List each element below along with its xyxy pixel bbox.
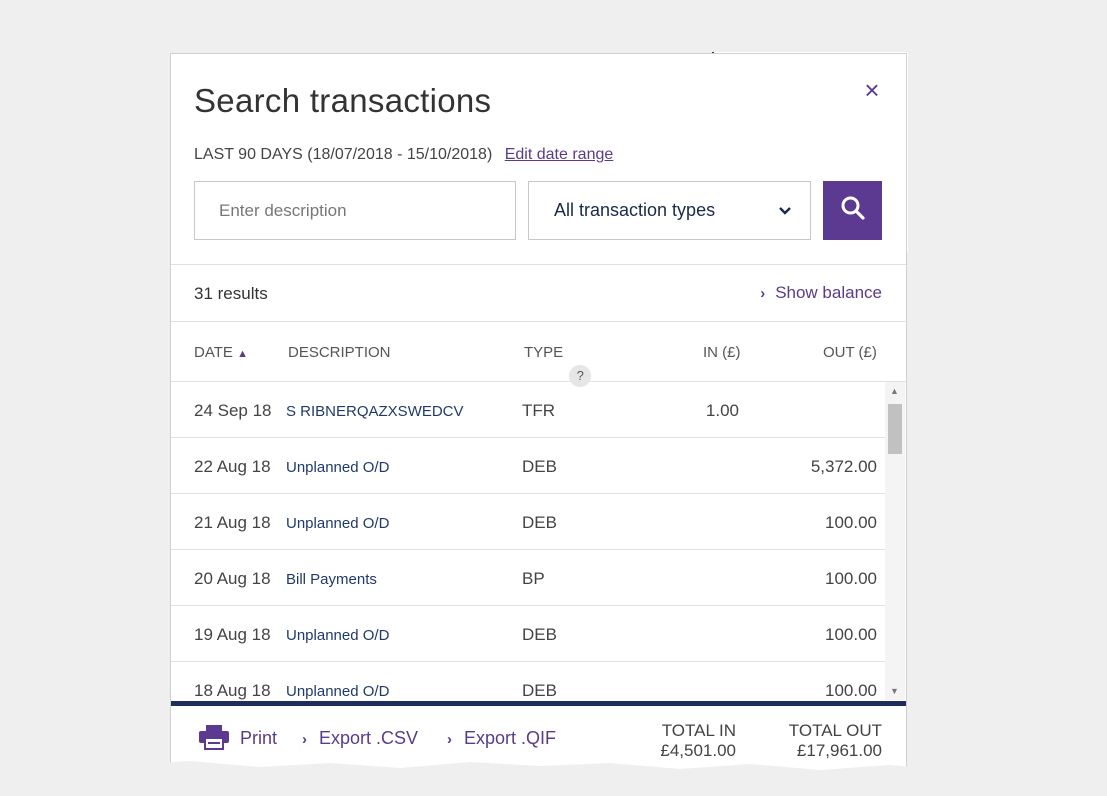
row-description[interactable]: S RIBNERQAZXSWEDCV: [286, 403, 464, 420]
scrollbar-thumb[interactable]: [888, 404, 902, 454]
table-row[interactable]: 21 Aug 18 Unplanned O/D DEB 100.00: [171, 494, 885, 550]
chevron-right-icon: ›: [302, 731, 307, 748]
column-header-type: TYPE?: [524, 344, 592, 387]
row-date: 22 Aug 18: [194, 457, 271, 476]
search-icon: [840, 195, 866, 226]
export-csv-link[interactable]: › Export .CSV: [302, 728, 418, 749]
column-header-out: OUT (£): [823, 344, 877, 361]
transaction-type-selected: All transaction types: [554, 200, 716, 220]
row-description[interactable]: Unplanned O/D: [286, 683, 389, 700]
row-out: 100.00: [825, 625, 877, 644]
table-row[interactable]: 20 Aug 18 Bill Payments BP 100.00: [171, 550, 885, 606]
row-description[interactable]: Bill Payments: [286, 571, 377, 588]
sort-ascending-icon: ▲: [237, 348, 248, 360]
scroll-down-icon[interactable]: ▼: [890, 686, 899, 696]
table-row[interactable]: 24 Sep 18 S RIBNERQAZXSWEDCV TFR 1.00: [171, 382, 885, 438]
row-date: 18 Aug 18: [194, 681, 271, 700]
results-count: 31 results: [194, 284, 268, 303]
chevron-right-icon: ›: [760, 285, 766, 302]
total-out-value: £17,961.00: [796, 741, 882, 760]
column-header-description: DESCRIPTION: [288, 344, 391, 361]
scroll-up-icon[interactable]: ▲: [890, 386, 899, 396]
transactions-list: 24 Sep 18 S RIBNERQAZXSWEDCV TFR 1.00 22…: [171, 382, 885, 702]
total-in-label: TOTAL IN: [661, 721, 736, 740]
torn-edge: [0, 761, 1107, 796]
row-type: DEB: [522, 513, 557, 532]
row-description[interactable]: Unplanned O/D: [286, 627, 389, 644]
export-qif-link[interactable]: › Export .QIF: [447, 728, 556, 749]
table-row[interactable]: 18 Aug 18 Unplanned O/D DEB 100.00: [171, 662, 885, 702]
search-button[interactable]: [823, 181, 882, 240]
show-balance-label: Show balance: [775, 283, 882, 302]
date-range-text: LAST 90 DAYS (18/07/2018 - 15/10/2018): [194, 146, 493, 163]
row-date: 24 Sep 18: [194, 401, 272, 420]
chevron-down-icon: [778, 203, 792, 219]
column-header-in: IN (£): [703, 344, 741, 361]
search-transactions-modal: Search transactions × LAST 90 DAYS (18/0…: [170, 53, 907, 775]
row-type: BP: [522, 569, 545, 588]
row-description[interactable]: Unplanned O/D: [286, 515, 389, 532]
row-out: 100.00: [825, 681, 877, 700]
column-header-date[interactable]: DATE ▲: [194, 344, 248, 361]
print-link[interactable]: Print: [240, 728, 277, 749]
close-icon[interactable]: ×: [860, 77, 884, 103]
row-description[interactable]: Unplanned O/D: [286, 459, 389, 476]
show-balance-link[interactable]: › Show balance: [760, 283, 882, 303]
date-range-row: LAST 90 DAYS (18/07/2018 - 15/10/2018) E…: [194, 146, 613, 164]
results-bar: 31 results › Show balance: [171, 265, 906, 322]
row-date: 21 Aug 18: [194, 513, 271, 532]
total-out-label: TOTAL OUT: [788, 721, 882, 740]
scrollbar[interactable]: ▲ ▼: [885, 382, 905, 700]
total-out: TOTAL OUT £17,961.00: [789, 721, 882, 761]
edit-date-range-link[interactable]: Edit date range: [505, 146, 614, 163]
row-date: 20 Aug 18: [194, 569, 271, 588]
row-type: TFR: [522, 401, 556, 420]
description-search-input[interactable]: [194, 181, 516, 240]
printer-icon[interactable]: [198, 724, 230, 750]
chevron-right-icon: ›: [447, 731, 452, 748]
row-out: 100.00: [825, 569, 877, 588]
row-in: 1.00: [705, 401, 739, 420]
total-in-value: £4,501.00: [660, 741, 736, 760]
table-row[interactable]: 19 Aug 18 Unplanned O/D DEB 100.00: [171, 606, 885, 662]
row-out: 5,372.00: [810, 457, 877, 476]
row-date: 19 Aug 18: [194, 625, 271, 644]
row-type: DEB: [522, 681, 557, 700]
table-header: DATE ▲ DESCRIPTION TYPE? IN (£) OUT (£): [171, 323, 906, 387]
transaction-type-dropdown[interactable]: All transaction types: [528, 181, 811, 240]
row-out: 100.00: [825, 513, 877, 532]
table-row[interactable]: 22 Aug 18 Unplanned O/D DEB 5,372.00: [171, 438, 885, 494]
row-type: DEB: [522, 625, 557, 644]
row-type: DEB: [522, 457, 557, 476]
total-in: TOTAL IN £4,501.00: [660, 721, 736, 761]
modal-title: Search transactions: [194, 82, 492, 119]
